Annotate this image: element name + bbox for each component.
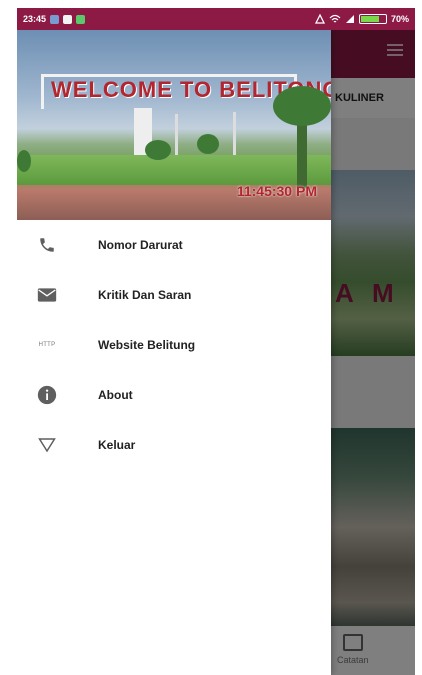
menu-item-keluar[interactable]: Keluar bbox=[17, 420, 331, 470]
menu-item-label: Keluar bbox=[98, 438, 136, 452]
exit-triangle-icon bbox=[37, 435, 57, 455]
status-time: 23:45 bbox=[23, 14, 47, 24]
alarm-icon bbox=[314, 14, 325, 24]
notification-icon bbox=[63, 14, 73, 24]
wifi-icon bbox=[329, 14, 341, 23]
http-icon: HTTP bbox=[37, 335, 57, 355]
menu-item-label: Kritik Dan Saran bbox=[98, 288, 192, 302]
menu-item-nomor-darurat[interactable]: Nomor Darurat bbox=[17, 220, 331, 270]
drawer-header-image: WELCOME TO BELITONG 11:45:30 PM bbox=[17, 30, 331, 220]
lawn bbox=[17, 155, 331, 185]
menu-item-about[interactable]: About bbox=[17, 370, 331, 420]
lamp-post bbox=[175, 114, 178, 158]
signal-icon bbox=[345, 15, 354, 23]
status-bar: 23:45 70% bbox=[17, 8, 415, 30]
header-clock: 11:45:30 PM bbox=[236, 183, 317, 199]
status-right: 70% bbox=[314, 14, 409, 24]
shrub bbox=[17, 150, 31, 172]
menu-item-website-belitung[interactable]: HTTP Website Belitung bbox=[17, 320, 331, 370]
menu-item-kritik-dan-saran[interactable]: Kritik Dan Saran bbox=[17, 270, 331, 320]
phone-icon bbox=[37, 235, 57, 255]
menu-item-label: Website Belitung bbox=[98, 338, 196, 352]
notification-icon bbox=[50, 14, 60, 24]
drawer-menu: Nomor Darurat Kritik Dan Saran HTTP Webs… bbox=[17, 220, 331, 470]
mail-icon bbox=[37, 285, 57, 305]
shrub bbox=[197, 134, 219, 154]
menu-item-label: About bbox=[98, 388, 133, 402]
menu-item-label: Nomor Darurat bbox=[98, 238, 183, 252]
palm-tree bbox=[273, 86, 331, 126]
navigation-drawer: WELCOME TO BELITONG 11:45:30 PM Nomor Da… bbox=[17, 30, 331, 675]
phone-screen: 23:45 70% KULINER A M Catatan bbox=[17, 8, 415, 675]
http-icon-text: HTTP bbox=[38, 342, 56, 348]
info-icon bbox=[37, 385, 57, 405]
shrub bbox=[145, 140, 171, 160]
battery-percent: 70% bbox=[390, 14, 409, 24]
lamp-post bbox=[233, 112, 236, 158]
notification-icon bbox=[76, 14, 86, 24]
palm-tree bbox=[297, 118, 307, 188]
status-left: 23:45 bbox=[23, 14, 86, 24]
battery-icon bbox=[358, 14, 387, 24]
